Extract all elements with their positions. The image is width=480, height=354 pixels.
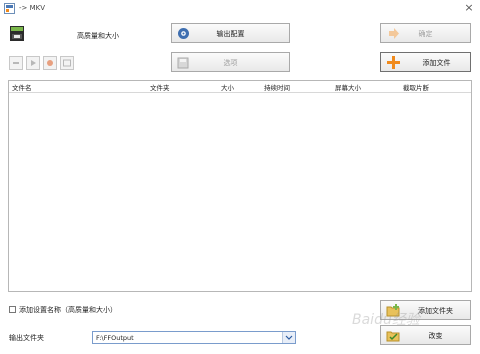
add-file-button[interactable]: 添加文件 (380, 52, 471, 72)
output-config-label: 输出配置 (216, 30, 245, 38)
file-list-table[interactable]: 文件名 文件夹 大小 持续时间 屏幕大小 截取片断 (8, 80, 472, 292)
app-icon (4, 3, 15, 14)
output-folder-label: 输出文件夹 (9, 334, 44, 342)
column-header-screen-size[interactable]: 屏幕大小 (335, 82, 361, 92)
window-title: -> MKV (19, 4, 46, 12)
add-setting-name-checkbox[interactable] (9, 306, 16, 313)
column-header-folder[interactable]: 文件夹 (150, 82, 170, 92)
info-icon[interactable] (60, 56, 74, 70)
profile-label: 高质量和大小 (77, 32, 119, 40)
table-header: 文件名 文件夹 大小 持续时间 屏幕大小 截取片断 (9, 81, 471, 93)
confirm-button[interactable]: 确定 (380, 23, 471, 43)
close-icon[interactable]: × (462, 1, 476, 15)
change-label: 改变 (428, 332, 443, 340)
stop-icon[interactable] (43, 56, 57, 70)
mkv-file-icon (10, 26, 24, 41)
title-bar: -> MKV × (0, 0, 480, 18)
add-setting-name-label: 添加设置名称（高质量和大小） (19, 306, 117, 314)
output-folder-value: F:\FFOutput (96, 334, 134, 342)
column-header-filename[interactable]: 文件名 (12, 82, 32, 92)
remove-item-icon[interactable] (9, 56, 23, 70)
chevron-down-icon[interactable] (282, 332, 295, 343)
confirm-label: 确定 (418, 30, 433, 38)
output-folder-select[interactable]: F:\FFOutput (92, 331, 296, 344)
options-button[interactable]: 选项 (171, 52, 290, 72)
folder-check-icon (386, 331, 400, 342)
column-header-size[interactable]: 大小 (221, 82, 234, 92)
output-config-button[interactable]: 输出配置 (171, 23, 290, 43)
column-header-clip[interactable]: 截取片断 (403, 82, 429, 92)
options-label: 选项 (223, 59, 238, 67)
add-file-label: 添加文件 (422, 59, 451, 67)
play-icon[interactable] (26, 56, 40, 70)
watermark: Baidu经验 (352, 312, 420, 328)
column-header-duration[interactable]: 持续时间 (264, 82, 290, 92)
plus-icon (387, 56, 400, 69)
